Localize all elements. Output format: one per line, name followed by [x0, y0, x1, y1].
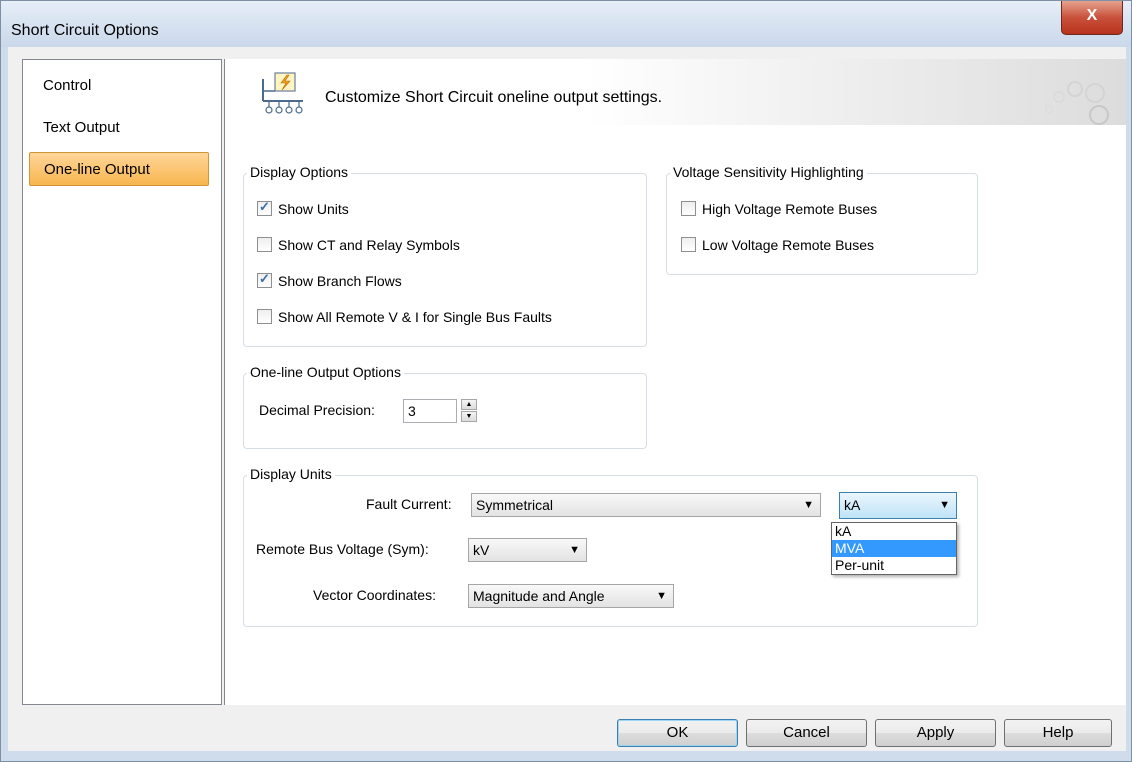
high-voltage-label: High Voltage Remote Buses	[702, 201, 878, 217]
vector-coordinates-select[interactable]: Magnitude and Angle ▼	[468, 584, 674, 608]
remote-bus-voltage-label: Remote Bus Voltage (Sym):	[256, 541, 429, 557]
show-ct-relay-checkbox[interactable]	[257, 237, 272, 252]
voltage-sensitivity-group	[666, 173, 978, 275]
cancel-button[interactable]: Cancel	[746, 719, 867, 747]
fault-current-unit-select[interactable]: kA ▼	[839, 492, 957, 519]
high-voltage-checkbox[interactable]	[681, 201, 696, 216]
apply-button[interactable]: Apply	[875, 719, 996, 747]
fault-current-value: Symmetrical	[476, 497, 554, 513]
show-units-option[interactable]: Show Units	[257, 198, 349, 220]
chevron-down-icon: ▼	[569, 544, 580, 556]
display-options-title: Display Options	[247, 164, 352, 180]
unit-dropdown-list: kA MVA Per-unit	[831, 522, 957, 575]
low-voltage-checkbox[interactable]	[681, 237, 696, 252]
dropdown-option-mva[interactable]: MVA	[832, 540, 956, 557]
dropdown-option-per-unit[interactable]: Per-unit	[832, 557, 956, 574]
show-units-label: Show Units	[278, 201, 349, 217]
close-button[interactable]: X	[1061, 1, 1123, 35]
decimal-precision-input[interactable]: 3	[403, 399, 457, 423]
dropdown-option-ka[interactable]: kA	[832, 523, 956, 540]
oneline-diagram-icon	[262, 72, 303, 114]
remote-bus-voltage-value: kV	[473, 542, 490, 558]
show-remote-vi-checkbox[interactable]	[257, 309, 272, 324]
vector-coordinates-value: Magnitude and Angle	[473, 588, 605, 604]
fault-current-unit-value: kA	[844, 497, 861, 513]
help-button[interactable]: Help	[1004, 719, 1112, 747]
options-nav: Control Text Output One-line Output	[22, 59, 222, 705]
dialog-window: Short Circuit Options X Control Text Out…	[0, 0, 1132, 762]
show-branch-flows-label: Show Branch Flows	[278, 273, 402, 289]
spin-up-icon[interactable]: ▲	[461, 399, 477, 410]
show-branch-flows-checkbox[interactable]	[257, 270, 272, 288]
remote-bus-voltage-select[interactable]: kV ▼	[468, 538, 587, 562]
nav-item-control[interactable]: Control	[29, 69, 209, 103]
high-voltage-option[interactable]: High Voltage Remote Buses	[681, 200, 877, 220]
display-units-title: Display Units	[247, 466, 335, 482]
show-remote-vi-option[interactable]: Show All Remote V & I for Single Bus Fau…	[257, 308, 552, 328]
dialog-client-area: Control Text Output One-line Output Cust…	[8, 47, 1126, 751]
chevron-down-icon: ▼	[939, 499, 950, 511]
low-voltage-label: Low Voltage Remote Buses	[702, 237, 874, 253]
decimal-precision-label: Decimal Precision:	[259, 402, 375, 418]
panel-banner: Customize Short Circuit oneline output s…	[225, 59, 1126, 125]
show-branch-flows-option[interactable]: Show Branch Flows	[257, 270, 402, 292]
voltage-sensitivity-title: Voltage Sensitivity Highlighting	[670, 164, 867, 180]
low-voltage-option[interactable]: Low Voltage Remote Buses	[681, 236, 874, 256]
show-remote-vi-label: Show All Remote V & I for Single Bus Fau…	[278, 309, 552, 325]
nav-item-one-line-output[interactable]: One-line Output	[29, 152, 209, 186]
spin-down-icon[interactable]: ▼	[461, 411, 477, 422]
vector-coordinates-label: Vector Coordinates:	[313, 587, 436, 603]
fault-current-label: Fault Current:	[366, 496, 452, 512]
ok-button[interactable]: OK	[617, 719, 738, 747]
chevron-down-icon: ▼	[656, 590, 667, 602]
nav-item-text-output[interactable]: Text Output	[29, 111, 209, 145]
title-bar[interactable]: Short Circuit Options X	[1, 1, 1131, 47]
settings-panel: Customize Short Circuit oneline output s…	[224, 59, 1126, 705]
show-units-checkbox[interactable]	[257, 198, 272, 216]
oneline-output-options-title: One-line Output Options	[247, 364, 404, 380]
show-ct-relay-option[interactable]: Show CT and Relay Symbols	[257, 236, 460, 256]
fault-current-select[interactable]: Symmetrical ▼	[471, 493, 821, 517]
banner-description: Customize Short Circuit oneline output s…	[325, 89, 663, 106]
window-title: Short Circuit Options	[11, 22, 159, 39]
chevron-down-icon: ▼	[803, 499, 814, 511]
decorative-circles-icon	[1042, 81, 1109, 125]
show-ct-relay-label: Show CT and Relay Symbols	[278, 237, 460, 253]
